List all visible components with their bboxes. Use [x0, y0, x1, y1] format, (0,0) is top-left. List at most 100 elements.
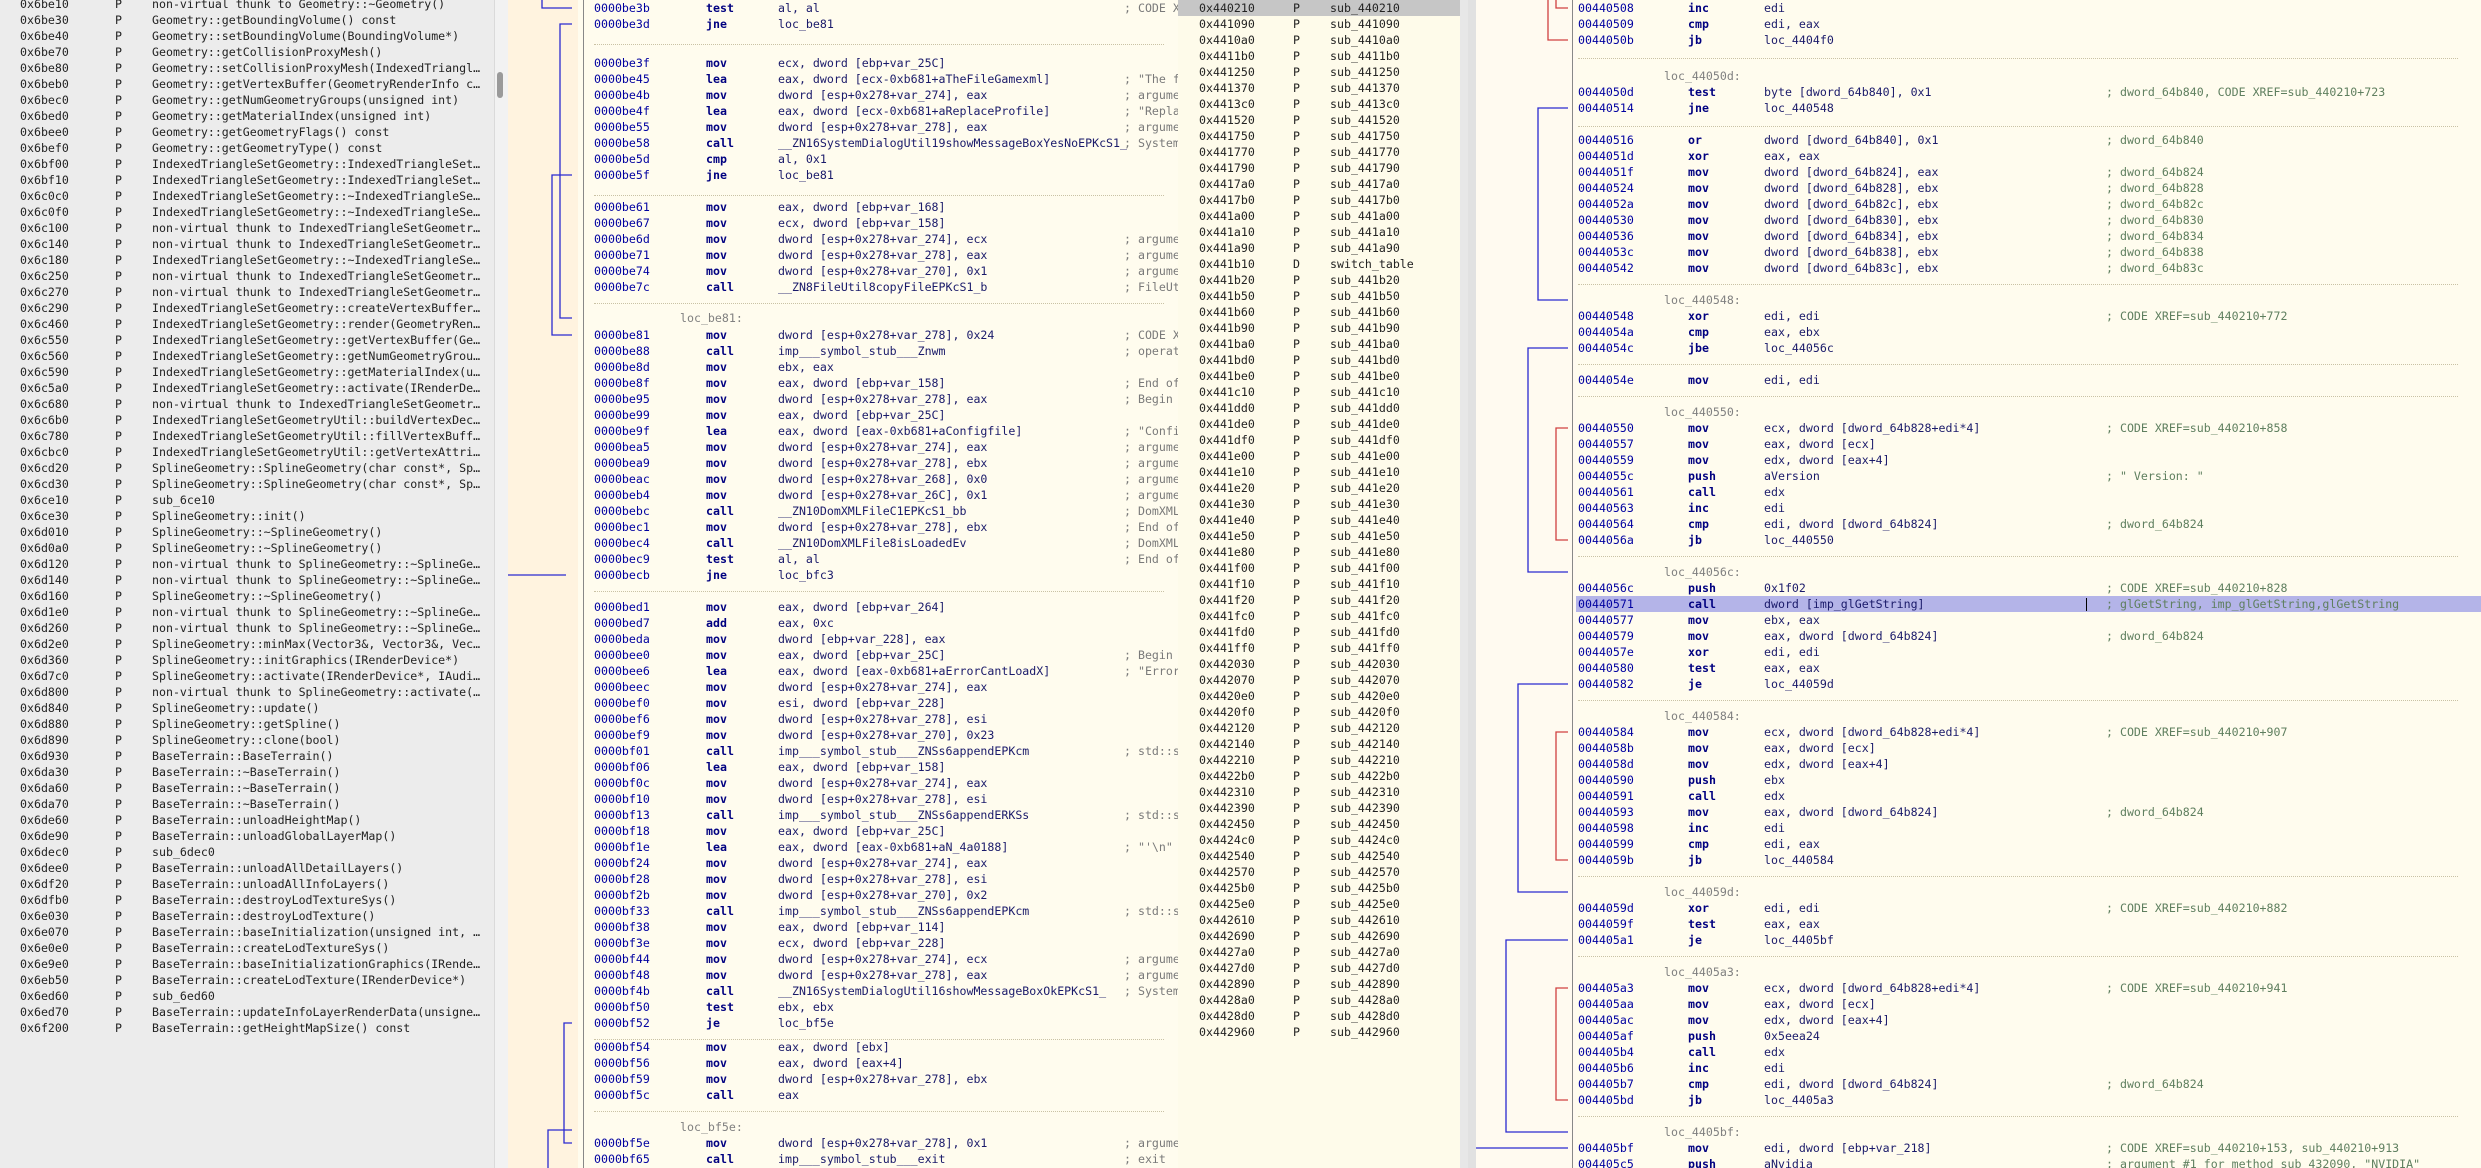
function-row[interactable]: 0x6be40 P Geometry::setBoundingVolume(Boun… [0, 28, 490, 44]
function-row[interactable]: 0x6d140 Pnon-virtual thunk to SplineGeome… [0, 572, 490, 588]
instruction-row[interactable]: 0044050b jb loc_4404f0 [1476, 32, 2481, 48]
function-row[interactable]: 0x6c680 Pnon-virtual thunk to IndexedTria… [0, 396, 490, 412]
instruction-row[interactable]: 0000bef9 mov dword [esp+0x278+var_270], 0x… [508, 727, 1178, 743]
instruction-row[interactable]: 0000bf2b mov dword [esp+0x278+var_270], 0x… [508, 887, 1178, 903]
function-row[interactable]: 0x6beb0 P Geometry::getVertexBuffer(Geomet… [0, 76, 490, 92]
function-row[interactable]: 0x6bf10 P IndexedTriangleSetGeometry::Inde… [0, 172, 490, 188]
instruction-row[interactable]: 00440550 mov ecx, dword [dword_64b828+edi*… [1476, 420, 2481, 436]
instruction-row[interactable]: 0000be4b mov dword [esp+0x278+var_274], ea… [508, 87, 1178, 103]
function-row[interactable]: 0x6c250 Pnon-virtual thunk to IndexedTria… [0, 268, 490, 284]
instruction-row[interactable]: 0000beda mov dword [ebp+var_228], eax [508, 631, 1178, 647]
function-row[interactable]: 0x6dfb0 P BaseTerrain::destroyLodTextureSy… [0, 892, 490, 908]
instruction-row[interactable]: 0000be8d mov ebx, eax [508, 359, 1178, 375]
instruction-row[interactable]: 0000bf28 mov dword [esp+0x278+var_278], es… [508, 871, 1178, 887]
function-row[interactable]: 0x6da30 P BaseTerrain::~BaseTerrain() [0, 764, 490, 780]
instruction-row[interactable]: 0000bf10 mov dword [esp+0x278+var_278], es… [508, 791, 1178, 807]
function-row[interactable]: 0x6d840 P SplineGeometry::update() [0, 700, 490, 716]
code-label[interactable]: loc_be81: [680, 310, 743, 326]
instruction-row[interactable]: 004405b7 cmp edi, dword [dword_64b824] ; dw… [1476, 1076, 2481, 1092]
function-row[interactable]: 0x6c780 P IndexedTriangleSetGeometryUtil::… [0, 428, 490, 444]
instruction-row[interactable]: 00440599 cmp edi, eax [1476, 836, 2481, 852]
code-label[interactable]: loc_44050d: [1664, 68, 1741, 84]
instruction-row[interactable]: 004405a3 mov ecx, dword [dword_64b828+edi*… [1476, 980, 2481, 996]
instruction-row[interactable]: 0000becb jne loc_bfc3 [508, 567, 1178, 583]
instruction-row[interactable]: 0000beb4 mov dword [esp+0x278+var_26C], 0x… [508, 487, 1178, 503]
instruction-row[interactable]: 0000bf52 je loc_bf5e [508, 1015, 1178, 1031]
instruction-row[interactable]: 0044054c jbe loc_44056c [1476, 340, 2481, 356]
function-row[interactable]: 0x6dee0 P BaseTerrain::unloadAllDetailLaye… [0, 860, 490, 876]
instruction-row[interactable]: 0044056c push 0x1f02 ; CODE XREF=sub_440210… [1476, 580, 2481, 596]
function-row[interactable]: 0x6d930 P BaseTerrain::BaseTerrain() [0, 748, 490, 764]
instruction-row[interactable]: 00440516 or dword [dword_64b840], 0x1 ; dwo… [1476, 132, 2481, 148]
function-row[interactable]: 0x6c290 P IndexedTriangleSetGeometry::crea… [0, 300, 490, 316]
function-row[interactable]: 0x6ed60 Psub_6ed60 [0, 988, 490, 1004]
pane-separator[interactable] [1468, 0, 1476, 1168]
instruction-row[interactable]: 0000be95 mov dword [esp+0x278+var_278], ea… [508, 391, 1178, 407]
instruction-row[interactable]: 0000be55 mov dword [esp+0x278+var_278], ea… [508, 119, 1178, 135]
disassembly-view-right[interactable]: 00440508 inc edi 00440509 cmp edi, eax 0044050… [1476, 0, 2481, 1168]
function-row[interactable]: 0x6e0e0 P BaseTerrain::createLodTextureSys… [0, 940, 490, 956]
function-row[interactable]: 0x6c100 Pnon-virtual thunk to IndexedTria… [0, 220, 490, 236]
instruction-row[interactable]: 004405ac mov edx, dword [eax+4] [1476, 1012, 2481, 1028]
instruction-row[interactable]: 0000bef6 mov dword [esp+0x278+var_278], es… [508, 711, 1178, 727]
instruction-row[interactable]: 0000be58 call __ZN16SystemDialogUtil19show… [508, 135, 1178, 151]
function-row[interactable]: 0x6c6b0 P IndexedTriangleSetGeometryUtil::… [0, 412, 490, 428]
instruction-row[interactable]: 0000be99 mov eax, dword [ebp+var_25C] [508, 407, 1178, 423]
instruction-row[interactable]: 0044059b jb loc_440584 [1476, 852, 2481, 868]
instruction-row[interactable]: 0000bf33 call imp___symbol_stub___ZNSs6app… [508, 903, 1178, 919]
function-row[interactable]: 0x6e030 P BaseTerrain::destroyLodTexture() [0, 908, 490, 924]
instruction-row[interactable]: 0044050d test byte [dword_64b840], 0x1 ; dw… [1476, 84, 2481, 100]
instruction-row[interactable]: 0044057e xor edi, edi [1476, 644, 2481, 660]
function-row[interactable]: 0x6c5a0 P IndexedTriangleSetGeometry::acti… [0, 380, 490, 396]
instruction-row[interactable]: 0000be6d mov dword [esp+0x278+var_274], ec… [508, 231, 1178, 247]
instruction-row[interactable]: 0000beac mov dword [esp+0x278+var_268], 0x… [508, 471, 1178, 487]
function-row[interactable]: 0x6df20 P BaseTerrain::unloadAllInfoLayers… [0, 876, 490, 892]
code-label[interactable]: loc_4405bf: [1664, 1124, 1741, 1140]
instruction-row[interactable]: 00440536 mov dword [dword_64b834], ebx ; dw… [1476, 228, 2481, 244]
instruction-row[interactable]: 00440598 inc edi [1476, 820, 2481, 836]
function-row[interactable]: 0x6be80 P Geometry::setCollisionProxyMesh(… [0, 60, 490, 76]
instruction-row[interactable]: 0044059f test eax, eax [1476, 916, 2481, 932]
procedure-list-panel[interactable]: 0x440210 Psub_440210 0x441090 Psub_441090 0x… [1178, 0, 1468, 1168]
function-row[interactable]: 0x6c180 P IndexedTriangleSetGeometry::~Ind… [0, 252, 490, 268]
function-row[interactable]: 0x6cd20 P SplineGeometry::SplineGeometry(c… [0, 460, 490, 476]
function-list-scrollbar[interactable] [494, 0, 508, 1168]
instruction-row[interactable]: 0000be7c call __ZN8FileUtil8copyFileEPKcS1… [508, 279, 1178, 295]
instruction-row[interactable]: 00440590 push ebx [1476, 772, 2481, 788]
function-row[interactable]: 0x6d2e0 P SplineGeometry::minMax(Vector3&,… [0, 636, 490, 652]
function-row[interactable]: 0x6d880 P SplineGeometry::getSpline() [0, 716, 490, 732]
instruction-row[interactable]: 0000be9f lea eax, dword [eax-0xb681+aConfi… [508, 423, 1178, 439]
instruction-row[interactable]: 0044054a cmp eax, ebx [1476, 324, 2481, 340]
function-row[interactable]: 0x6d120 Pnon-virtual thunk to SplineGeome… [0, 556, 490, 572]
instruction-row[interactable]: 0000beec mov dword [esp+0x278+var_274], ea… [508, 679, 1178, 695]
instruction-row[interactable]: 0000be3b test al, al ; CODE X [508, 0, 1178, 16]
instruction-row[interactable]: 00440580 test eax, eax [1476, 660, 2481, 676]
function-row[interactable]: 0x6c550 P IndexedTriangleSetGeometry::getV… [0, 332, 490, 348]
instruction-row[interactable]: 0044059d xor edi, edi ; CODE XREF=sub_44021… [1476, 900, 2481, 916]
instruction-row[interactable]: 00440559 mov edx, dword [eax+4] [1476, 452, 2481, 468]
instruction-row[interactable]: 0044056a jb loc_440550 [1476, 532, 2481, 548]
function-row[interactable]: 0x6d7c0 P SplineGeometry::activate(IRender… [0, 668, 490, 684]
instruction-row[interactable]: 0000bebc call __ZN10DomXMLFileC1EPKcS1_bb;… [508, 503, 1178, 519]
instruction-row[interactable]: 0000bec1 mov dword [esp+0x278+var_278], eb… [508, 519, 1178, 535]
instruction-row[interactable]: 00440548 xor edi, edi ; CODE XREF=sub_44021… [1476, 308, 2481, 324]
function-row[interactable]: 0x6ed70 P BaseTerrain::updateInfoLayerRend… [0, 1004, 490, 1020]
instruction-row[interactable]: 004405c5 push aNvidia ; argument #1 for met… [1476, 1156, 2481, 1168]
instruction-row[interactable]: 004405bf mov edi, dword [ebp+var_218] ; COD… [1476, 1140, 2481, 1156]
function-row[interactable]: 0x6c460 P IndexedTriangleSetGeometry::rend… [0, 316, 490, 332]
function-row[interactable]: 0x6f200 P BaseTerrain::getHeightMapSize() … [0, 1020, 490, 1036]
instruction-row[interactable]: 0000bf24 mov dword [esp+0x278+var_274], ea… [508, 855, 1178, 871]
instruction-row[interactable]: 0044054e mov edi, edi [1476, 372, 2481, 388]
instruction-row[interactable]: 004405b6 inc edi [1476, 1060, 2481, 1076]
instruction-row[interactable]: 0044055c push aVersion ; " Version: " [1476, 468, 2481, 484]
function-row[interactable]: 0x6de60 P BaseTerrain::unloadHeightMap() [0, 812, 490, 828]
instruction-row[interactable]: 0000be74 mov dword [esp+0x278+var_270], 0x… [508, 263, 1178, 279]
function-row[interactable]: 0x6c0c0 P IndexedTriangleSetGeometry::~Ind… [0, 188, 490, 204]
function-row[interactable]: 0x6da70 P BaseTerrain::~BaseTerrain() [0, 796, 490, 812]
instruction-row[interactable]: 0000bec9 test al, al ; End of [508, 551, 1178, 567]
instruction-row[interactable]: 00440561 call edx [1476, 484, 2481, 500]
code-label[interactable]: loc_bf5e: [680, 1119, 743, 1135]
instruction-row[interactable]: 0000be4f lea eax, dword [ecx-0xb681+aRepla… [508, 103, 1178, 119]
function-row[interactable]: 0x6bef0 P Geometry::getGeometryType() cons… [0, 140, 490, 156]
instruction-row[interactable]: 00440591 call edx [1476, 788, 2481, 804]
